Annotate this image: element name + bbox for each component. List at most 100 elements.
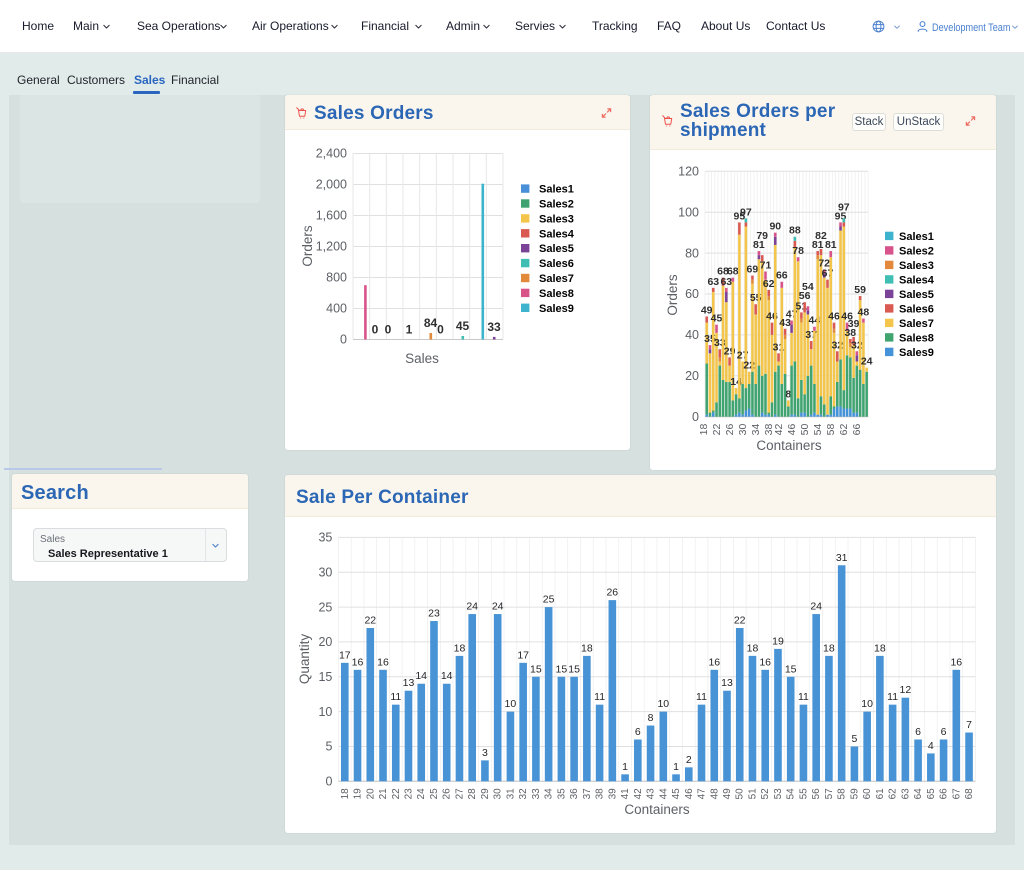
svg-text:68: 68 [964,788,975,800]
svg-text:20: 20 [318,635,332,649]
svg-text:8: 8 [648,712,654,724]
svg-text:0: 0 [372,323,379,337]
svg-text:14: 14 [441,670,453,682]
svg-text:10: 10 [861,698,873,710]
svg-text:Sales8: Sales8 [899,332,934,344]
svg-text:18: 18 [823,642,835,654]
svg-text:60: 60 [685,287,699,301]
svg-text:0: 0 [340,333,347,347]
svg-text:Sales: Sales [405,351,439,366]
svg-text:52: 52 [760,788,771,800]
svg-text:32: 32 [518,788,529,800]
svg-text:67: 67 [951,788,962,800]
svg-text:64: 64 [913,788,924,800]
svg-text:25: 25 [429,788,440,800]
svg-text:25: 25 [543,594,555,606]
svg-text:45: 45 [671,788,682,800]
svg-text:Sales2: Sales2 [539,199,574,211]
svg-text:29: 29 [480,788,491,800]
svg-text:18: 18 [340,788,351,800]
svg-text:2,400: 2,400 [316,147,347,161]
svg-text:22: 22 [391,788,402,800]
svg-text:14: 14 [415,670,427,682]
svg-text:44: 44 [658,788,669,800]
svg-text:24: 24 [861,356,873,368]
svg-text:18: 18 [874,642,886,654]
svg-text:15: 15 [556,663,568,675]
svg-text:71: 71 [760,260,772,272]
svg-text:Quantity: Quantity [297,634,312,685]
svg-text:Sales3: Sales3 [899,260,934,272]
svg-text:35: 35 [556,788,567,800]
svg-text:78: 78 [792,245,804,257]
svg-text:13: 13 [721,677,733,689]
svg-text:54: 54 [802,281,814,293]
svg-text:62: 62 [888,788,899,800]
svg-text:0: 0 [385,323,392,337]
svg-text:Sales7: Sales7 [899,318,934,330]
svg-text:2,000: 2,000 [316,178,347,192]
svg-text:69: 69 [747,264,759,276]
svg-text:26: 26 [442,788,453,800]
svg-text:30: 30 [493,788,504,800]
svg-text:1: 1 [673,761,679,773]
svg-text:Sales7: Sales7 [539,273,574,285]
svg-text:120: 120 [678,165,699,179]
svg-text:41: 41 [620,788,631,800]
svg-text:28: 28 [467,788,478,800]
svg-text:Sales5: Sales5 [899,289,934,301]
svg-text:20: 20 [365,788,376,800]
svg-text:16: 16 [708,656,720,668]
svg-text:45: 45 [711,313,723,325]
svg-text:23: 23 [428,608,440,620]
svg-text:27: 27 [455,788,466,800]
svg-text:1: 1 [622,761,628,773]
svg-text:81: 81 [825,239,837,251]
svg-text:10: 10 [318,705,332,719]
svg-text:Sales4: Sales4 [539,228,575,240]
svg-text:47: 47 [697,788,708,800]
svg-text:37: 37 [582,788,593,800]
svg-text:24: 24 [416,788,427,800]
svg-text:35: 35 [318,531,332,545]
svg-text:Sales6: Sales6 [539,258,574,270]
svg-text:46: 46 [786,424,798,436]
svg-text:34: 34 [544,788,555,800]
svg-text:23: 23 [404,788,415,800]
svg-text:18: 18 [747,642,759,654]
svg-text:68: 68 [727,266,739,278]
svg-text:66: 66 [851,424,863,436]
svg-text:88: 88 [789,225,801,237]
svg-text:Sales5: Sales5 [539,243,574,255]
svg-text:Containers: Containers [624,802,690,817]
svg-text:11: 11 [696,691,707,703]
svg-text:11: 11 [594,691,605,703]
svg-text:63: 63 [900,788,911,800]
svg-text:21: 21 [378,788,389,800]
svg-text:39: 39 [848,318,860,330]
svg-text:Orders: Orders [665,274,680,316]
svg-text:63: 63 [720,276,732,288]
svg-text:5: 5 [325,740,332,754]
svg-text:6: 6 [635,726,641,738]
svg-text:16: 16 [377,656,389,668]
svg-text:59: 59 [849,788,860,800]
svg-text:30: 30 [318,565,332,579]
svg-text:31: 31 [836,552,848,564]
svg-text:26: 26 [606,587,618,599]
svg-text:20: 20 [685,369,699,383]
svg-text:50: 50 [735,788,746,800]
svg-text:0: 0 [692,410,699,424]
svg-text:13: 13 [403,677,415,689]
svg-text:5: 5 [851,733,857,745]
svg-text:66: 66 [939,788,950,800]
svg-text:18: 18 [454,642,466,654]
svg-text:Sales9: Sales9 [539,303,574,315]
svg-text:31: 31 [505,788,516,800]
svg-text:60: 60 [862,788,873,800]
svg-text:15: 15 [568,663,580,675]
svg-text:55: 55 [798,788,809,800]
svg-text:36: 36 [569,788,580,800]
svg-text:18: 18 [581,642,593,654]
svg-text:24: 24 [492,601,504,613]
